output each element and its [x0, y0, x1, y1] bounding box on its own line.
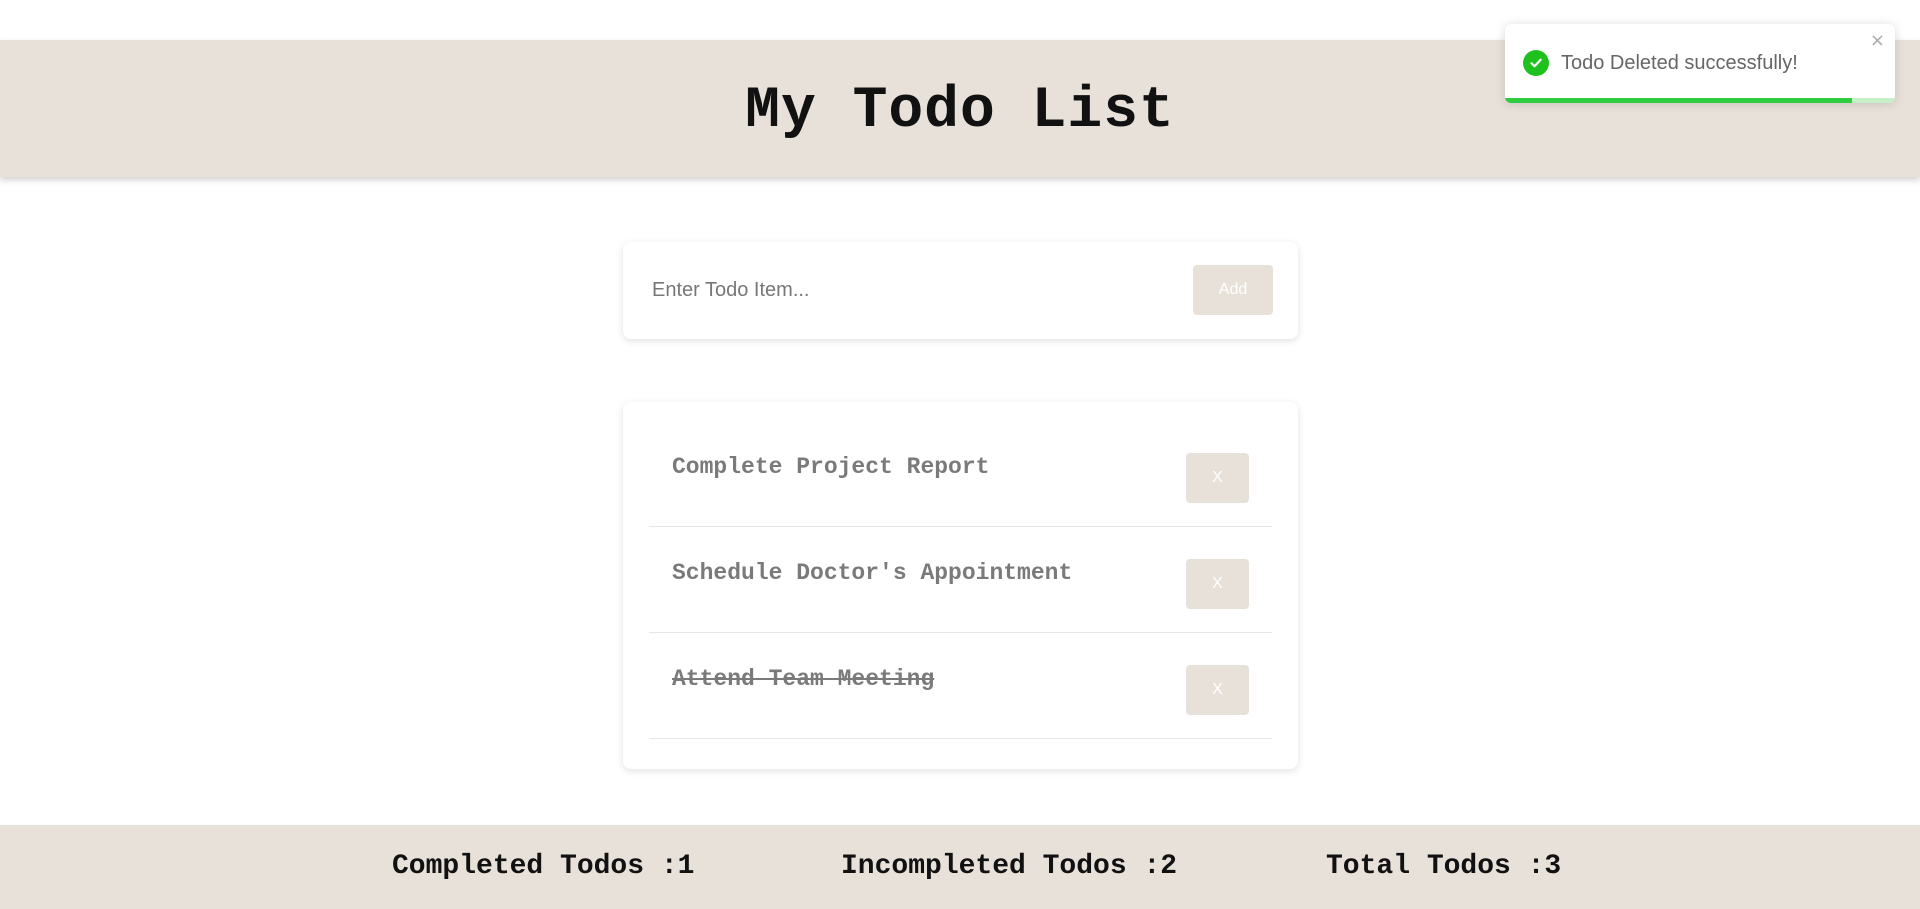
toast-progress-bar: [1505, 98, 1853, 103]
todo-text[interactable]: Complete Project Report: [672, 454, 989, 480]
page-title: My Todo List: [745, 79, 1175, 144]
add-todo-card: Add: [623, 242, 1298, 339]
toast-message: Todo Deleted successfully!: [1561, 52, 1798, 74]
delete-button[interactable]: X: [1186, 453, 1249, 503]
todo-item: Schedule Doctor's Appointment X: [649, 527, 1272, 633]
todo-item: Attend Team Meeting X: [649, 633, 1272, 739]
total-count: Total Todos :3: [1326, 851, 1562, 882]
todo-text[interactable]: Schedule Doctor's Appointment: [672, 560, 1072, 586]
completed-count: Completed Todos :1: [392, 851, 695, 882]
success-toast: Todo Deleted successfully! ×: [1505, 24, 1895, 103]
delete-button[interactable]: X: [1186, 559, 1249, 609]
check-circle-icon: [1523, 50, 1549, 76]
todo-input[interactable]: [650, 266, 1140, 314]
incompleted-count: Incompleted Todos :2: [841, 851, 1178, 882]
todo-text-completed[interactable]: Attend Team Meeting: [672, 666, 934, 692]
add-button[interactable]: Add: [1193, 265, 1273, 315]
toast-progress-track: [1505, 98, 1895, 103]
todo-list: Complete Project Report X Schedule Docto…: [623, 402, 1298, 769]
delete-button[interactable]: X: [1186, 665, 1249, 715]
close-icon[interactable]: ×: [1870, 32, 1885, 50]
stats-footer: Completed Todos :1 Incompleted Todos :2 …: [0, 825, 1920, 909]
todo-item: Complete Project Report X: [649, 421, 1272, 527]
